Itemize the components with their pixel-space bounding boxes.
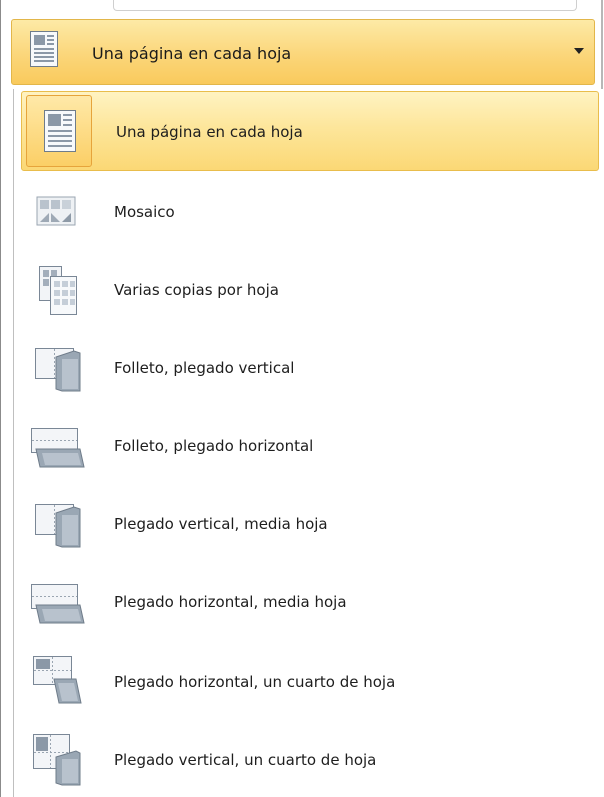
menu-item-single-page[interactable]: Una página en cada hoja <box>21 91 599 171</box>
menu-item-label: Folleto, plegado horizontal <box>114 437 314 455</box>
menu-item-top-fold-half[interactable]: Plegado horizontal, media hoja <box>22 565 599 641</box>
menu-item-multiple-copies[interactable]: Varias copias por hoja <box>22 253 599 329</box>
menu-item-label: Plegado vertical, media hoja <box>114 515 328 533</box>
ribbon-fragment <box>1 0 601 18</box>
booklet-side-fold-icon <box>22 333 88 405</box>
menu-item-label: Mosaico <box>114 203 175 221</box>
menu-item-label: Una página en cada hoja <box>116 123 303 141</box>
multiple-copies-icon <box>22 255 88 327</box>
single-page-icon <box>26 95 92 167</box>
top-fold-quarter-sheet-icon <box>22 645 88 717</box>
top-fold-half-sheet-icon <box>22 567 88 639</box>
window-left-edge <box>0 0 1 797</box>
menu-item-label: Folleto, plegado vertical <box>114 359 295 377</box>
ribbon-control-edge <box>113 0 577 11</box>
menu-item-side-fold-half[interactable]: Plegado vertical, media hoja <box>22 487 599 563</box>
menu-item-label: Plegado vertical, un cuarto de hoja <box>114 751 377 769</box>
side-fold-quarter-sheet-icon <box>22 723 88 795</box>
booklet-top-fold-icon <box>22 411 88 483</box>
single-page-icon <box>29 30 59 72</box>
pages-layout-menu: Una página en cada hoja Mosaico Varias c… <box>13 89 603 797</box>
menu-item-side-fold-quarter[interactable]: Plegado vertical, un cuarto de hoja <box>22 721 599 797</box>
tiled-pages-icon <box>22 177 88 249</box>
side-fold-half-sheet-icon <box>22 489 88 561</box>
menu-item-booklet-side-fold[interactable]: Folleto, plegado vertical <box>22 331 599 407</box>
menu-item-label: Varias copias por hoja <box>114 281 279 299</box>
menu-item-label: Plegado horizontal, media hoja <box>114 593 347 611</box>
dropdown-selected-label: Una página en cada hoja <box>92 44 292 63</box>
menu-item-tiled[interactable]: Mosaico <box>22 175 599 251</box>
menu-item-top-fold-quarter[interactable]: Plegado horizontal, un cuarto de hoja <box>22 643 599 719</box>
dropdown-arrow-icon[interactable] <box>574 48 584 54</box>
menu-item-booklet-top-fold[interactable]: Folleto, plegado horizontal <box>22 409 599 485</box>
pages-layout-dropdown[interactable]: Una página en cada hoja <box>11 19 595 85</box>
menu-item-label: Plegado horizontal, un cuarto de hoja <box>114 673 396 691</box>
